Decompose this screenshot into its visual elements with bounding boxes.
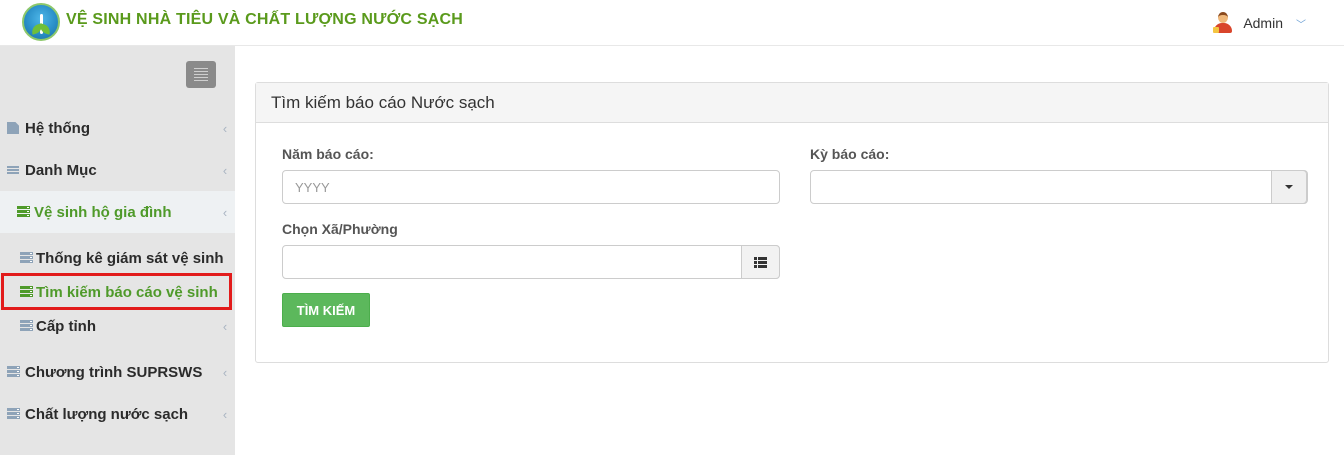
sidebar-item-chat-luong-nuoc-sach[interactable]: Chất lượng nước sạch ‹: [0, 393, 235, 435]
sidebar-subitem-thong-ke[interactable]: Thống kê giám sát vệ sinh: [0, 241, 235, 275]
database-icon: [7, 366, 20, 378]
list-icon: [754, 256, 767, 268]
year-label: Năm báo cáo:: [282, 146, 374, 162]
sidebar-item-label: Vệ sinh hộ gia đình: [34, 203, 172, 221]
sidebar-item-danh-muc[interactable]: Danh Mục ‹: [0, 149, 235, 191]
top-header: VỆ SINH NHÀ TIÊU VÀ CHẤT LƯỢNG NƯỚC SẠCH…: [0, 0, 1344, 46]
search-panel: Tìm kiếm báo cáo Nước sạch Năm báo cáo: …: [255, 82, 1329, 363]
period-select[interactable]: [810, 170, 1308, 204]
sidebar-item-ve-sinh-ho-gia-dinh[interactable]: Vệ sinh hộ gia đình ‹: [0, 191, 235, 233]
database-icon: [7, 408, 20, 420]
document-icon: [7, 122, 19, 134]
database-icon: [17, 206, 30, 218]
chevron-left-icon: ‹: [222, 406, 228, 422]
chevron-left-icon: ‹: [222, 120, 228, 136]
sidebar-item-chuong-trinh-suprsws[interactable]: Chương trình SUPRSWS ‹: [0, 351, 235, 393]
sidebar-subitem-label: Thống kê giám sát vệ sinh: [36, 249, 224, 267]
chevron-left-icon: ‹: [222, 204, 228, 220]
period-label: Kỳ báo cáo:: [810, 146, 890, 162]
database-icon: [20, 320, 33, 332]
search-button[interactable]: TÌM KIẾM: [282, 293, 370, 327]
user-name[interactable]: Admin: [1243, 15, 1283, 31]
sidebar-item-label: Danh Mục: [25, 161, 97, 179]
user-avatar-icon: [1213, 12, 1233, 34]
app-logo[interactable]: [22, 3, 60, 41]
database-icon: [20, 252, 33, 264]
list-icon: [7, 164, 19, 176]
panel-title: Tìm kiếm báo cáo Nước sạch: [256, 83, 1328, 123]
sidebar-item-he-thong[interactable]: Hệ thống ‹: [0, 107, 235, 149]
sidebar-subitem-label: Cấp tỉnh: [36, 317, 96, 335]
chevron-left-icon: ‹: [222, 318, 228, 334]
chevron-left-icon: ‹: [222, 364, 228, 380]
selection-highlight: [1, 273, 232, 310]
commune-picker-button[interactable]: [741, 245, 780, 279]
dropdown-toggle-button[interactable]: [1271, 170, 1307, 204]
year-input[interactable]: YYYY: [282, 170, 780, 204]
commune-input[interactable]: [282, 245, 780, 279]
sidebar-item-label: Hệ thống: [25, 119, 90, 137]
app-title: VỆ SINH NHÀ TIÊU VÀ CHẤT LƯỢNG NƯỚC SẠCH: [66, 11, 463, 28]
sidebar-item-label: Chương trình SUPRSWS: [25, 363, 203, 381]
sidebar-item-label: Chất lượng nước sạch: [25, 405, 189, 423]
sidebar-subitem-cap-tinh[interactable]: Cấp tỉnh ‹: [0, 309, 235, 343]
sidebar-toggle-button[interactable]: [186, 61, 216, 88]
chevron-down-icon[interactable]: ﹀: [1296, 16, 1306, 31]
chevron-left-icon: ‹: [222, 162, 228, 178]
user-menu[interactable]: Admin ﹀: [1213, 12, 1306, 34]
commune-label: Chọn Xã/Phường: [282, 221, 398, 237]
sidebar: Hệ thống ‹ Danh Mục ‹ Vệ sinh hộ gia đìn…: [0, 46, 235, 455]
caret-down-icon: [1285, 185, 1293, 189]
